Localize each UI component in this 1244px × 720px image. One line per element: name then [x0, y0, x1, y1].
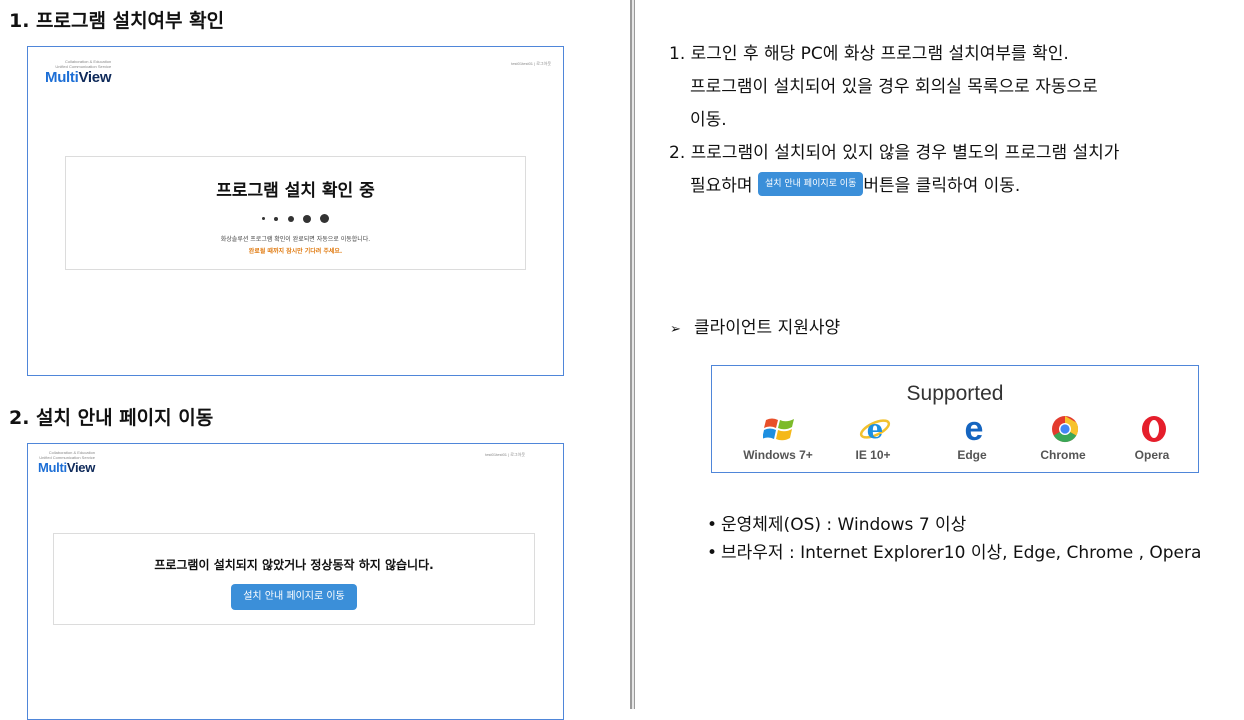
loading-dot	[274, 216, 279, 221]
browser-windows: Windows 7+	[730, 414, 826, 462]
opera-icon	[1137, 414, 1167, 444]
install-check-screenshot: Collaboration & Education Unified Commun…	[27, 46, 564, 376]
step-2-text: 필요하며	[690, 176, 753, 196]
install-guide-inline-button[interactable]: 설치 안내 페이지로 이동	[757, 172, 864, 196]
os-spec-text: 운영체제(OS) : Windows 7 이상	[721, 515, 967, 535]
logo-view: View	[66, 460, 96, 475]
card-message: 프로그램이 설치되지 않았거나 정상동작 하지 않습니다.	[154, 558, 434, 572]
internet-explorer-icon: e	[858, 414, 891, 445]
bullet-dot-icon: •	[707, 543, 718, 563]
browser-opera: Opera	[1104, 414, 1200, 462]
bullet-dot-icon: •	[707, 515, 718, 535]
spec-bullets: • 운영체제(OS) : Windows 7 이상 • 브라우저 : Interne…	[707, 511, 1201, 567]
install-guide-screenshot: Collaboration & Education Unified Commun…	[27, 443, 564, 720]
logo-wordmark: MultiView	[45, 69, 112, 86]
left-column: 1. 프로그램 설치여부 확인 Collaboration & Educatio…	[0, 0, 629, 720]
logo-multi: Multi	[45, 69, 79, 86]
browser-label: Opera	[1134, 448, 1170, 462]
card-wait-notice: 완료될 때까지 잠시만 기다려 주세요.	[248, 248, 343, 255]
loading-dot	[262, 217, 266, 220]
logo-multi: Multi	[38, 460, 67, 475]
edge-icon: e	[957, 410, 987, 448]
browser-label: Edge	[957, 448, 987, 462]
logo-view: View	[78, 69, 112, 86]
browser-label: Chrome	[1040, 448, 1086, 462]
os-spec-item: • 운영체제(OS) : Windows 7 이상	[707, 511, 1201, 539]
loading-dot	[287, 215, 294, 222]
loading-dot	[302, 214, 311, 223]
browser-ie: e IE 10+	[825, 414, 921, 462]
card-title: 프로그램 설치 확인 중	[216, 181, 375, 201]
multiview-logo: Collaboration & Education Unified Commun…	[45, 59, 112, 86]
browser-label: IE 10+	[855, 448, 891, 462]
step-2-line: 필요하며 설치 안내 페이지로 이동 버튼을 클릭하여 이동.	[669, 170, 1229, 203]
client-spec-heading: ➢ 클라이언트 지원사양	[670, 313, 840, 338]
step-2-text: 버튼을 클릭하여 이동.	[863, 176, 1021, 196]
install-check-card: 프로그램 설치 확인 중 화상솔루션 프로그램 확인이 완료되면 자동으로 이동…	[65, 156, 526, 270]
browser-chrome: Chrome	[1015, 414, 1111, 462]
svg-text:e: e	[867, 415, 884, 444]
step-1-line: 프로그램이 설치되어 있을 경우 회의실 목록으로 자동으로	[690, 77, 1098, 97]
right-column: 1. 로그인 후 해당 PC에 화상 프로그램 설치여부를 확인. 프로그램이 …	[637, 0, 1244, 709]
arrow-bullet-icon: ➢	[670, 322, 681, 337]
logo-wordmark: MultiView	[38, 460, 95, 475]
browser-label: Windows 7+	[743, 448, 813, 462]
install-guide-button[interactable]: 설치 안내 페이지로 이동	[231, 584, 357, 610]
install-guide-card: 프로그램이 설치되지 않았거나 정상동작 하지 않습니다. 설치 안내 페이지로…	[53, 533, 535, 625]
supported-title: Supported	[906, 382, 1004, 405]
step-2-line: 2. 프로그램이 설치되어 있지 않을 경우 별도의 프로그램 설치가	[669, 143, 1120, 163]
browser-spec-text: 브라우저 : Internet Explorer10 이상, Edge, Chr…	[721, 543, 1202, 563]
multiview-logo: Collaboration & Education Unified Commun…	[38, 450, 95, 475]
svg-text:e: e	[965, 414, 984, 444]
loading-dot	[319, 214, 329, 223]
steps-list: 1. 로그인 후 해당 PC에 화상 프로그램 설치여부를 확인. 프로그램이 …	[669, 38, 1229, 203]
chrome-icon	[1048, 414, 1079, 444]
browser-edge: e Edge	[924, 410, 1020, 462]
loading-dots	[66, 208, 525, 227]
section-2-title: 2. 설치 안내 페이지 이동	[9, 407, 214, 429]
browser-spec-item: • 브라우저 : Internet Explorer10 이상, Edge, Ch…	[707, 539, 1201, 567]
user-links[interactable]: test01test01 | 로그아웃	[485, 452, 525, 458]
page-divider	[629, 0, 637, 709]
client-spec-title: 클라이언트 지원사양	[694, 318, 841, 338]
step-1-line: 이동.	[690, 110, 727, 130]
section-1-title: 1. 프로그램 설치여부 확인	[9, 10, 225, 32]
user-links[interactable]: test01test01 | 로그아웃	[511, 61, 551, 67]
windows-icon	[762, 414, 794, 444]
supported-browsers-panel: Supported Windows 7+ e IE 10+ e Edge Chr…	[711, 365, 1199, 473]
step-1-line: 1. 로그인 후 해당 PC에 화상 프로그램 설치여부를 확인.	[669, 44, 1069, 64]
card-message: 화상솔루션 프로그램 확인이 완료되면 자동으로 이동합니다.	[220, 236, 371, 243]
